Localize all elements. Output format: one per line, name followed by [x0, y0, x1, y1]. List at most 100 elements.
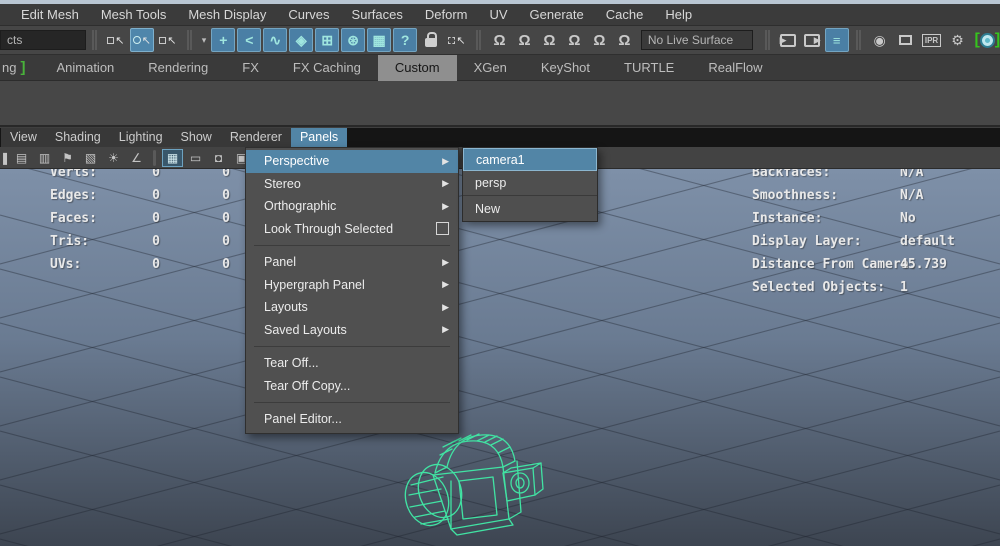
- group-separator[interactable]: [855, 30, 861, 50]
- film-gate-icon[interactable]: ▭: [185, 149, 206, 167]
- cursor-glyph: ↖: [115, 34, 125, 47]
- shelf-tab-turtle[interactable]: TURTLE: [607, 55, 691, 81]
- menu-item-saved-layouts[interactable]: Saved Layouts ▶: [246, 319, 458, 342]
- panel-menu-lighting[interactable]: Lighting: [110, 128, 172, 147]
- menu-item-label: Saved Layouts: [264, 322, 347, 337]
- group-separator[interactable]: [764, 30, 770, 50]
- panel-menu-show[interactable]: Show: [172, 128, 221, 147]
- menu-help[interactable]: Help: [654, 4, 703, 25]
- select-component-icon[interactable]: ↖: [156, 28, 180, 52]
- image-plane-icon[interactable]: ▧: [80, 149, 101, 167]
- ipr-render-icon[interactable]: IPR: [920, 28, 944, 52]
- rendering-layers-icon[interactable]: [ ]: [974, 32, 1000, 48]
- menu-mesh-display[interactable]: Mesh Display: [177, 4, 277, 25]
- grid-toggle-icon[interactable]: ▦: [162, 148, 183, 167]
- menu-item-layouts[interactable]: Layouts ▶: [246, 296, 458, 319]
- panel-menu-panels[interactable]: Panels: [290, 128, 348, 147]
- mask-expand-caret-icon[interactable]: ▾: [202, 35, 207, 46]
- menu-item-tear-off-copy[interactable]: Tear Off Copy...: [246, 375, 458, 398]
- make-live-icon[interactable]: Ω: [612, 32, 637, 49]
- render-current-frame-icon[interactable]: [894, 28, 918, 52]
- shelf-tab-fx[interactable]: FX: [225, 55, 276, 81]
- menu-item-panel[interactable]: Panel ▶: [246, 251, 458, 274]
- menu-uv[interactable]: UV: [478, 4, 518, 25]
- bookmark-icon[interactable]: ⚑: [57, 149, 78, 167]
- snap-curve-icon[interactable]: Ω: [512, 32, 537, 49]
- mask-rendering-icon[interactable]: ▦: [367, 28, 392, 52]
- submenu-item-new[interactable]: New: [463, 196, 597, 221]
- snap-view-plane-icon[interactable]: Ω: [587, 32, 612, 49]
- toolbar-handle-icon[interactable]: ❚: [0, 149, 10, 167]
- highlight-selection-icon[interactable]: ↖: [445, 28, 469, 52]
- menu-generate[interactable]: Generate: [519, 4, 595, 25]
- open-render-view-icon[interactable]: ◉: [868, 28, 892, 52]
- render-settings-icon[interactable]: ⚙: [946, 28, 970, 52]
- circle-glyph: [132, 36, 141, 44]
- shelf-tab-rendering[interactable]: Rendering: [131, 55, 225, 81]
- submenu-item-camera1[interactable]: camera1: [463, 148, 597, 171]
- shelf-tab-xgen[interactable]: XGen: [457, 55, 524, 81]
- mask-surface-icon[interactable]: ◈: [289, 28, 314, 52]
- submenu-item-persp[interactable]: persp: [463, 171, 597, 196]
- menu-cache[interactable]: Cache: [595, 4, 655, 25]
- two-sided-lighting-icon[interactable]: ☀: [103, 149, 124, 167]
- shelf-tab-fx-caching[interactable]: FX Caching: [276, 55, 378, 81]
- hud-value: 0: [152, 234, 160, 249]
- group-separator[interactable]: [186, 30, 192, 50]
- select-camera-icon[interactable]: ▤: [11, 149, 32, 167]
- snap-grid-icon[interactable]: Ω: [487, 32, 512, 49]
- menu-item-perspective[interactable]: Perspective ▶: [246, 150, 458, 173]
- menu-mesh-tools[interactable]: Mesh Tools: [90, 4, 178, 25]
- camera-wireframe-model[interactable]: [393, 417, 545, 546]
- construction-history-icon[interactable]: ≡: [824, 28, 849, 52]
- output-connections-icon[interactable]: ▶: [803, 33, 821, 47]
- selection-mask-dropdown[interactable]: cts: [0, 30, 86, 50]
- live-surface-field[interactable]: No Live Surface: [640, 30, 753, 50]
- group-separator[interactable]: [476, 30, 482, 50]
- panel-menu-view[interactable]: View: [1, 128, 46, 147]
- donut-glyph: [979, 32, 995, 48]
- shelf-tab-realflow[interactable]: RealFlow: [691, 55, 779, 81]
- menu-edit-mesh[interactable]: Edit Mesh: [10, 4, 90, 25]
- camera-attributes-icon[interactable]: ▥: [34, 149, 55, 167]
- menu-deform[interactable]: Deform: [414, 4, 479, 25]
- shelf-tab-partial[interactable]: ng: [0, 60, 20, 75]
- menu-curves[interactable]: Curves: [277, 4, 340, 25]
- menu-item-stereo[interactable]: Stereo ▶: [246, 173, 458, 196]
- menu-item-panel-editor[interactable]: Panel Editor...: [246, 408, 458, 431]
- cursor-glyph: ↖: [167, 34, 177, 47]
- mask-points-icon[interactable]: +: [211, 28, 236, 52]
- shelf-tab-keyshot[interactable]: KeyShot: [524, 55, 607, 81]
- select-object-icon[interactable]: ↖: [129, 28, 154, 52]
- mask-misc-icon[interactable]: ?: [393, 28, 418, 52]
- menu-item-tear-off[interactable]: Tear Off...: [246, 352, 458, 375]
- mask-curve-point-icon[interactable]: <: [237, 28, 262, 52]
- shelf-tab-animation[interactable]: Animation: [39, 55, 131, 81]
- hud-row-distance-from-camera: Distance From Camera: 45.739: [752, 257, 1000, 280]
- menu-item-orthographic[interactable]: Orthographic ▶: [246, 195, 458, 218]
- mask-curve-icon[interactable]: ∿: [263, 28, 288, 52]
- lock-selection-icon[interactable]: [419, 28, 443, 52]
- mask-deformation-icon[interactable]: ⊞: [315, 28, 340, 52]
- hud-label: Backfaces:: [752, 169, 831, 180]
- select-hierarchy-icon[interactable]: ↖: [104, 28, 128, 52]
- input-connections-icon[interactable]: ▶: [779, 33, 796, 47]
- menu-surfaces[interactable]: Surfaces: [341, 4, 414, 25]
- menu-item-hypergraph-panel[interactable]: Hypergraph Panel ▶: [246, 274, 458, 297]
- checkbox-unchecked[interactable]: [436, 222, 449, 236]
- menu-separator: [254, 245, 450, 246]
- perspective-viewport[interactable]: Verts: 0 0 Edges: 0 0 Faces: 0 0 Tris: 0…: [0, 169, 1000, 546]
- shelf-tab-custom[interactable]: Custom: [377, 54, 457, 81]
- resolution-gate-icon[interactable]: ◘: [208, 149, 229, 167]
- group-separator[interactable]: [91, 30, 97, 50]
- submenu-arrow-icon: ▶: [442, 301, 449, 312]
- panel-menu-shading[interactable]: Shading: [46, 128, 110, 147]
- hud-row-display-layer: Display Layer: default: [752, 234, 1000, 257]
- snap-point-icon[interactable]: Ω: [537, 32, 562, 49]
- menu-item-look-through-selected[interactable]: Look Through Selected: [246, 218, 458, 241]
- mask-dynamics-icon[interactable]: ⊛: [341, 28, 366, 52]
- measure-icon[interactable]: ∠: [126, 149, 147, 167]
- snap-projected-center-icon[interactable]: Ω: [562, 32, 587, 49]
- shelf-content-area[interactable]: [0, 81, 1000, 127]
- panel-menu-renderer[interactable]: Renderer: [221, 128, 291, 147]
